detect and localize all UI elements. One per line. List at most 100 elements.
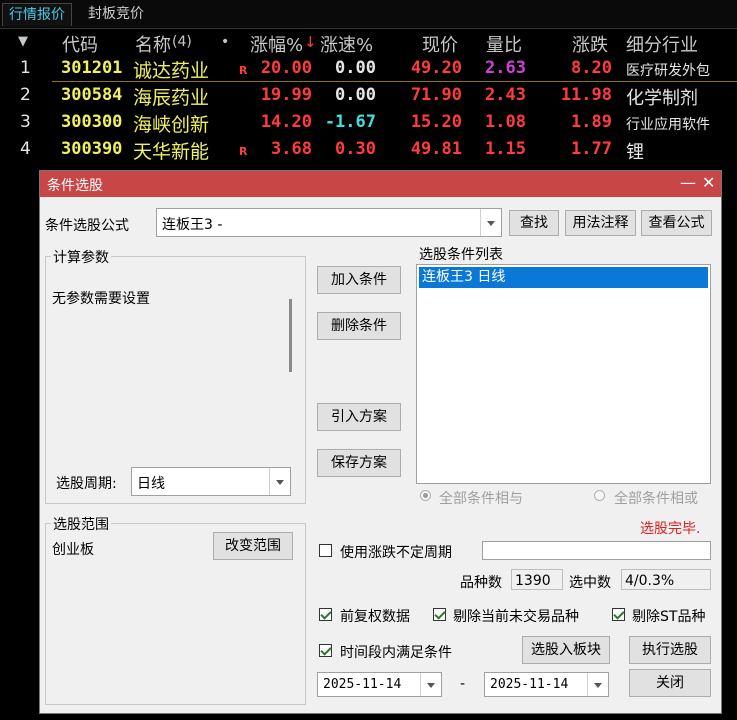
- prior-adjust-checkbox[interactable]: [319, 608, 332, 621]
- date-separator: -: [460, 676, 466, 692]
- row-change: 8.20: [571, 58, 612, 78]
- minimize-icon[interactable]: —: [680, 173, 696, 192]
- radio-or-label: 全部条件相或: [614, 491, 698, 507]
- list-item[interactable]: 连板王3 日线: [419, 267, 708, 288]
- count-field: 1390: [511, 569, 563, 590]
- condition-list-title: 选股条件列表: [419, 247, 503, 263]
- dialog-titlebar[interactable]: 条件选股 — ✕: [40, 171, 721, 197]
- find-button[interactable]: 查找: [509, 210, 559, 236]
- tab-limit-auction[interactable]: 封板竞价: [82, 3, 150, 25]
- use-variable-period-checkbox[interactable]: [319, 544, 332, 557]
- date-from-picker[interactable]: 2025-11-14: [317, 672, 442, 697]
- variable-period-input[interactable]: [482, 541, 711, 560]
- time-range-checkbox[interactable]: [319, 644, 332, 657]
- delete-condition-button[interactable]: 删除条件: [317, 312, 401, 340]
- exclude-untraded-label: 剔除当前未交易品种: [453, 609, 579, 625]
- period-label: 选股周期:: [56, 476, 117, 492]
- header-industry[interactable]: 细分行业: [626, 31, 698, 57]
- header-speed[interactable]: 涨速%: [320, 31, 373, 57]
- radio-and[interactable]: [420, 490, 431, 501]
- execute-button[interactable]: 执行选股: [629, 636, 711, 664]
- close-button[interactable]: 关闭: [629, 669, 711, 697]
- row-volume-ratio: 1.08: [485, 112, 526, 132]
- row-industry: 医疗研发外包: [626, 63, 710, 79]
- row-flag: R: [239, 64, 248, 77]
- close-icon[interactable]: ✕: [702, 173, 715, 192]
- status-text: 选股完毕.: [640, 521, 701, 537]
- formula-select-value: 连板王3 -: [162, 217, 223, 233]
- change-range-button[interactable]: 改变范围: [213, 532, 293, 560]
- params-scrollbar[interactable]: [289, 299, 292, 372]
- table-row[interactable]: 4 300390 天华新能 R 3.68 0.30 49.81 1.15 1.7…: [0, 137, 737, 164]
- header-price[interactable]: 现价: [422, 31, 458, 57]
- chevron-down-icon[interactable]: [269, 468, 290, 495]
- row-change-pct: 3.68: [271, 139, 312, 159]
- count-label: 品种数: [460, 575, 502, 591]
- chevron-down-icon[interactable]: [420, 673, 441, 696]
- import-scheme-button[interactable]: 引入方案: [317, 403, 401, 431]
- exclude-untraded-checkbox[interactable]: [433, 608, 446, 621]
- table-row[interactable]: 1 301201 诚达药业 R 20.00 0.00 49.20 2.63 8.…: [0, 56, 737, 83]
- params-group-title: 计算参数: [51, 247, 111, 267]
- header-change[interactable]: 涨跌: [572, 31, 608, 57]
- usage-notes-button[interactable]: 用法注释: [565, 210, 636, 236]
- header-dot: •: [221, 34, 230, 50]
- chevron-down-icon[interactable]: [587, 673, 608, 696]
- add-to-block-button[interactable]: 选股入板块: [522, 636, 610, 664]
- row-name: 海峡创新: [133, 114, 210, 136]
- selected-value: 4/0.3%: [625, 573, 675, 589]
- row-price: 49.81: [410, 139, 462, 159]
- formula-select[interactable]: 连板王3 -: [156, 208, 502, 237]
- condition-stock-picker-dialog: 条件选股 — ✕ 条件选股公式 连板王3 - 查找 用法注释 查看公式 计算参数…: [39, 170, 722, 714]
- row-index: 4: [20, 139, 31, 159]
- selected-label: 选中数: [569, 575, 611, 591]
- row-price: 15.20: [410, 112, 462, 132]
- save-scheme-button[interactable]: 保存方案: [317, 449, 401, 477]
- radio-or[interactable]: [594, 490, 605, 501]
- row-volume-ratio: 1.15: [485, 139, 526, 159]
- condition-list[interactable]: 连板王3 日线: [416, 264, 711, 484]
- time-range-label: 时间段内满足条件: [340, 645, 452, 661]
- row-index: 3: [20, 112, 31, 132]
- params-text: 无参数需要设置: [52, 291, 150, 307]
- row-name: 诚达药业: [133, 60, 210, 82]
- dialog-title: 条件选股: [47, 178, 103, 194]
- row-name: 天华新能: [133, 141, 210, 163]
- row-speed: -1.67: [324, 112, 376, 132]
- radio-and-label: 全部条件相与: [439, 491, 523, 507]
- sort-desc-arrow-icon: ↓: [304, 33, 317, 51]
- sort-down-icon[interactable]: ▼: [18, 34, 28, 49]
- header-name[interactable]: 名称: [135, 31, 171, 57]
- row-volume-ratio: 2.43: [485, 85, 526, 105]
- date-to-picker[interactable]: 2025-11-14: [484, 672, 609, 697]
- chevron-down-icon[interactable]: [480, 209, 501, 236]
- formula-label: 条件选股公式: [45, 218, 129, 234]
- header-count: (4): [172, 34, 192, 50]
- header-code[interactable]: 代码: [62, 31, 98, 57]
- add-condition-button[interactable]: 加入条件: [317, 266, 401, 294]
- exclude-st-checkbox[interactable]: [612, 608, 625, 621]
- exclude-st-label: 剔除ST品种: [632, 609, 706, 625]
- tab-bar: 行情报价 封板竞价: [0, 0, 737, 29]
- row-change-pct: 19.99: [260, 85, 312, 105]
- period-select[interactable]: 日线: [131, 467, 291, 496]
- tab-quotes[interactable]: 行情报价: [2, 3, 72, 26]
- selected-field: 4/0.3%: [621, 569, 711, 590]
- view-formula-button[interactable]: 查看公式: [641, 210, 712, 236]
- table-row[interactable]: 2 300584 海辰药业 19.99 0.00 71.90 2.43 11.9…: [0, 83, 737, 110]
- row-change-pct: 20.00: [260, 58, 312, 78]
- row-change: 11.98: [560, 85, 612, 105]
- row-code: 300300: [61, 112, 123, 132]
- table-row[interactable]: 3 300300 海峡创新 14.20 -1.67 15.20 1.08 1.8…: [0, 110, 737, 137]
- date-from-value: 2025-11-14: [323, 677, 402, 692]
- prior-adjust-label: 前复权数据: [340, 609, 410, 625]
- header-change-pct[interactable]: 涨幅%: [250, 31, 303, 57]
- header-volume-ratio[interactable]: 量比: [486, 31, 522, 57]
- row-change: 1.77: [571, 139, 612, 159]
- row-name: 海辰药业: [133, 87, 210, 109]
- row-change-pct: 14.20: [260, 112, 312, 132]
- count-value: 1390: [515, 573, 551, 589]
- row-code: 300584: [61, 85, 123, 105]
- period-select-value: 日线: [137, 476, 165, 492]
- use-variable-period-label: 使用涨跌不定周期: [340, 545, 452, 561]
